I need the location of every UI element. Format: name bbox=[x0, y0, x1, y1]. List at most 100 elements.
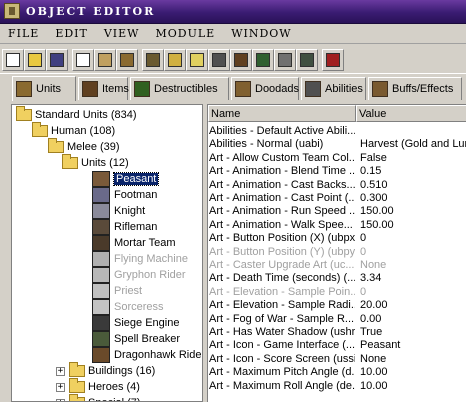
gold-button[interactable] bbox=[164, 49, 186, 71]
tree-unit-item[interactable]: Dragonhawk Rider bbox=[92, 347, 202, 363]
property-name: Art - Animation - Cast Backs... bbox=[209, 178, 355, 191]
property-row[interactable]: Art - Maximum Roll Angle (de... 10.00 bbox=[208, 380, 466, 393]
object-editor-icon bbox=[212, 53, 226, 67]
unit-portrait-icon bbox=[92, 315, 110, 331]
menu-view[interactable]: VIEW bbox=[96, 24, 148, 43]
import-button[interactable] bbox=[274, 49, 296, 71]
object-tree[interactable]: Standard Units (834) Human (108) Melee (39… bbox=[11, 104, 203, 402]
ai-icon bbox=[256, 53, 270, 67]
menu-file[interactable]: FILE bbox=[0, 24, 47, 43]
copy-icon bbox=[76, 53, 90, 67]
menu-edit[interactable]: EDIT bbox=[47, 24, 96, 43]
tree-unit-item[interactable]: Mortar Team bbox=[92, 235, 176, 251]
property-row[interactable]: Art - Icon - Score Screen (ussi) None bbox=[208, 353, 466, 366]
property-value: Peasant bbox=[360, 339, 401, 352]
open-button[interactable] bbox=[24, 49, 46, 71]
toolbar bbox=[0, 46, 466, 74]
unit-editor-button[interactable] bbox=[116, 49, 138, 71]
property-row[interactable]: Abilities - Normal (uabi) Harvest (Gold a… bbox=[208, 138, 466, 151]
property-row[interactable]: Art - Elevation - Sample Radi... 20.00 bbox=[208, 299, 466, 312]
tab-label: Buffs/Effects bbox=[392, 83, 454, 95]
tree-folder[interactable]: + Buildings (16) bbox=[56, 362, 156, 379]
expand-toggle-icon[interactable]: + bbox=[56, 382, 65, 392]
tree-unit-item[interactable]: Siege Engine bbox=[92, 315, 179, 331]
property-row[interactable]: Art - Animation - Walk Spee... 150.00 bbox=[208, 219, 466, 232]
object-editor-button[interactable] bbox=[208, 49, 230, 71]
tree-unit-item[interactable]: Peasant bbox=[92, 171, 160, 187]
tree-unit-item[interactable]: Gryphon Rider bbox=[92, 267, 186, 283]
tree-folder[interactable]: Standard Units (834) bbox=[16, 106, 137, 123]
campaign-button[interactable] bbox=[230, 49, 252, 71]
tree-item-label: Heroes (4) bbox=[88, 381, 140, 393]
object-manager-icon bbox=[300, 53, 314, 67]
copy-button[interactable] bbox=[72, 49, 94, 71]
property-row[interactable]: Art - Elevation - Sample Poin... 0 bbox=[208, 286, 466, 299]
expand-toggle-icon[interactable]: + bbox=[56, 398, 65, 401]
property-value: 0.15 bbox=[360, 165, 382, 178]
property-row[interactable]: Art - Button Position (Y) (ubpy) 0 bbox=[208, 246, 466, 259]
tab-abilities[interactable]: Abilities bbox=[301, 77, 366, 100]
new-icon bbox=[6, 53, 20, 67]
property-row[interactable]: Art - Allow Custom Team Col... False bbox=[208, 152, 466, 165]
save-button[interactable] bbox=[46, 49, 68, 71]
property-name: Art - Animation - Blend Time ... bbox=[209, 165, 355, 178]
property-row[interactable]: Art - Maximum Pitch Angle (d... 10.00 bbox=[208, 366, 466, 379]
tree-folder[interactable]: Units (12) bbox=[62, 154, 129, 171]
tree-unit-item[interactable]: Priest bbox=[92, 283, 142, 299]
folder-icon bbox=[48, 138, 64, 153]
property-row[interactable]: Art - Death Time (seconds) (... 3.34 bbox=[208, 272, 466, 285]
doodads-icon bbox=[235, 81, 251, 97]
menu-module[interactable]: MODULE bbox=[147, 24, 223, 43]
sound-button[interactable] bbox=[186, 49, 208, 71]
tree-unit-item[interactable]: Flying Machine bbox=[92, 251, 188, 267]
tree-item-label: Buildings (16) bbox=[88, 365, 156, 377]
menu-window[interactable]: WINDOW bbox=[223, 24, 299, 43]
property-row[interactable]: Art - Animation - Cast Backs... 0.510 bbox=[208, 179, 466, 192]
tree-item-label: Knight bbox=[114, 205, 146, 217]
tree-unit-item[interactable]: Footman bbox=[92, 187, 157, 203]
tab-destructibles[interactable]: Destructibles bbox=[130, 77, 229, 100]
tree-folder[interactable]: Human (108) bbox=[32, 122, 115, 139]
column-header-name[interactable]: Name bbox=[208, 105, 356, 122]
ai-button[interactable] bbox=[252, 49, 274, 71]
tab-buffs-effects[interactable]: Buffs/Effects bbox=[368, 77, 462, 100]
tree-unit-item[interactable]: Knight bbox=[92, 203, 145, 219]
units-icon bbox=[16, 81, 32, 97]
tab-doodads[interactable]: Doodads bbox=[231, 77, 299, 100]
property-value: 0 bbox=[360, 232, 367, 245]
property-name: Art - Fog of War - Sample R... bbox=[209, 312, 355, 325]
tab-items[interactable]: Items bbox=[78, 77, 129, 100]
property-row[interactable]: Art - Icon - Game Interface (... Peasant bbox=[208, 339, 466, 352]
column-header-value[interactable]: Value bbox=[356, 105, 466, 122]
expand-toggle-icon[interactable]: + bbox=[56, 366, 65, 376]
tree-folder[interactable]: + Heroes (4) bbox=[56, 378, 140, 395]
paste-button[interactable] bbox=[94, 49, 116, 71]
tree-item-label: Melee (39) bbox=[67, 141, 120, 153]
property-row[interactable]: Art - Animation - Blend Time ... 0.15 bbox=[208, 165, 466, 178]
property-row[interactable]: Abilities - Default Active Abili... bbox=[208, 125, 466, 138]
property-row[interactable]: Art - Caster Upgrade Art (uc... None bbox=[208, 259, 466, 272]
unit-portrait-icon bbox=[92, 251, 110, 267]
terrain-button[interactable] bbox=[142, 49, 164, 71]
tree-unit-item[interactable]: Spell Breaker bbox=[92, 331, 180, 347]
app-icon bbox=[4, 3, 20, 19]
tab-label: Units bbox=[36, 83, 62, 95]
tree-folder[interactable]: Melee (39) bbox=[48, 138, 120, 155]
tree-unit-item[interactable]: Rifleman bbox=[92, 219, 157, 235]
property-name: Art - Has Water Shadow (ushr) bbox=[209, 326, 355, 338]
property-row[interactable]: Art - Button Position (X) (ubpx) 0 bbox=[208, 232, 466, 245]
import-icon bbox=[278, 53, 292, 67]
test-map-button[interactable] bbox=[322, 49, 344, 71]
property-row[interactable]: Art - Has Water Shadow (ushr) True bbox=[208, 326, 466, 339]
property-row[interactable]: Art - Fog of War - Sample R... 0.00 bbox=[208, 313, 466, 326]
new-button[interactable] bbox=[2, 49, 24, 71]
tree-unit-item[interactable]: Sorceress bbox=[92, 299, 164, 315]
tree-item-label: Special (7) bbox=[88, 397, 141, 401]
tab-units[interactable]: Units bbox=[12, 76, 76, 101]
property-row[interactable]: Art - Animation - Run Speed ... 150.00 bbox=[208, 205, 466, 218]
property-name: Art - Icon - Score Screen (ussi) bbox=[209, 352, 355, 365]
unit-portrait-icon bbox=[92, 283, 110, 299]
property-row[interactable]: Art - Animation - Cast Point (... 0.300 bbox=[208, 192, 466, 205]
tree-folder[interactable]: + Special (7) bbox=[56, 394, 141, 401]
object-manager-button[interactable] bbox=[296, 49, 318, 71]
